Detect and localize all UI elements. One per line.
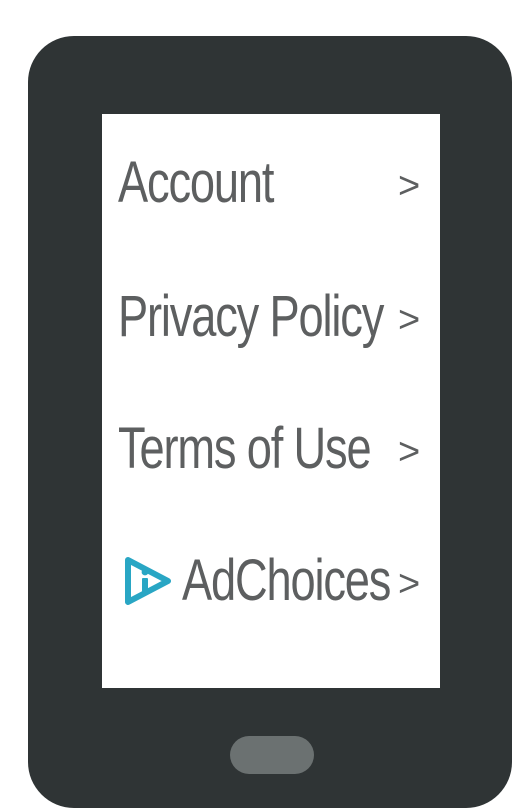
menu-item-label: AdChoices: [182, 548, 391, 613]
menu-item-label: Account: [118, 150, 274, 215]
home-button[interactable]: [230, 736, 314, 774]
menu-item-privacy-policy[interactable]: Privacy Policy >: [102, 272, 440, 362]
adchoices-icon: [122, 555, 174, 607]
menu-item-account[interactable]: Account >: [102, 138, 440, 228]
chevron-right-icon: >: [398, 431, 421, 474]
menu-item-terms-of-use[interactable]: Terms of Use >: [102, 404, 440, 494]
menu-item-label: Terms of Use: [118, 416, 372, 481]
phone-screen: Account > Privacy Policy > Terms of Use …: [102, 114, 440, 688]
chevron-right-icon: >: [398, 563, 421, 606]
chevron-right-icon: >: [398, 165, 421, 208]
phone-device: Account > Privacy Policy > Terms of Use …: [28, 36, 512, 808]
menu-item-label: Privacy Policy: [118, 284, 384, 349]
menu-item-adchoices[interactable]: AdChoices >: [102, 536, 440, 626]
chevron-right-icon: >: [398, 299, 421, 342]
